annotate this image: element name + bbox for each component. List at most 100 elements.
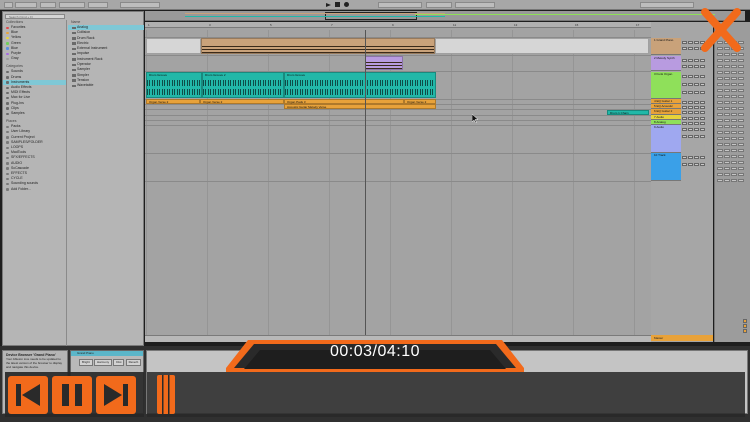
mixer-control[interactable] bbox=[738, 161, 744, 164]
mixer-scroll-buttons[interactable] bbox=[741, 318, 749, 342]
track-button[interactable] bbox=[682, 121, 687, 125]
track-button[interactable] bbox=[688, 64, 693, 68]
track-button[interactable] bbox=[700, 155, 705, 159]
track-button[interactable] bbox=[694, 121, 699, 125]
mixer-control[interactable] bbox=[738, 53, 744, 56]
track-button[interactable] bbox=[688, 121, 693, 125]
mixer-control[interactable] bbox=[731, 107, 737, 110]
mixer-control[interactable] bbox=[731, 83, 737, 86]
mixer-control[interactable] bbox=[717, 137, 723, 140]
mixer-control[interactable] bbox=[717, 113, 723, 116]
mixer-control[interactable] bbox=[717, 155, 723, 158]
track-button[interactable] bbox=[694, 46, 699, 50]
mixer-control[interactable] bbox=[731, 179, 737, 182]
track-header[interactable]: 3 Funk Organ bbox=[651, 72, 681, 99]
time-signature-field[interactable] bbox=[40, 2, 56, 8]
track-button[interactable] bbox=[682, 110, 687, 114]
mixer-control[interactable] bbox=[724, 119, 730, 122]
track-button[interactable] bbox=[688, 58, 693, 62]
mixer-control[interactable] bbox=[724, 83, 730, 86]
mixer-control[interactable] bbox=[738, 89, 744, 92]
mixer-control[interactable] bbox=[717, 179, 723, 182]
arrangement-clip[interactable]: Drum Groove bbox=[146, 72, 202, 98]
track-button[interactable] bbox=[700, 64, 705, 68]
track-button[interactable] bbox=[688, 40, 693, 44]
mixer-control[interactable] bbox=[724, 155, 730, 158]
device-title[interactable]: Grand Piano bbox=[71, 351, 143, 356]
mixer-control[interactable] bbox=[724, 53, 730, 56]
mixer-control[interactable] bbox=[724, 113, 730, 116]
mixer-control[interactable] bbox=[724, 77, 730, 80]
mixer-control[interactable] bbox=[731, 95, 737, 98]
track-button[interactable] bbox=[694, 40, 699, 44]
track-button[interactable] bbox=[700, 134, 705, 138]
link-button[interactable] bbox=[4, 2, 13, 8]
scroll-button[interactable] bbox=[743, 329, 747, 333]
stop-icon[interactable] bbox=[335, 2, 341, 7]
mixer-control[interactable] bbox=[717, 167, 723, 170]
mixer-control[interactable] bbox=[717, 77, 723, 80]
mixer-control[interactable] bbox=[717, 143, 723, 146]
track-button[interactable] bbox=[682, 74, 687, 78]
arrangement-clip[interactable] bbox=[365, 56, 403, 70]
mixer-control[interactable] bbox=[717, 95, 723, 98]
quantize-menu[interactable] bbox=[59, 2, 85, 8]
track-button[interactable] bbox=[700, 127, 705, 131]
track-button[interactable] bbox=[694, 162, 699, 166]
mixer-control[interactable] bbox=[731, 173, 737, 176]
track-button[interactable] bbox=[682, 134, 687, 138]
mixer-control[interactable] bbox=[738, 119, 744, 122]
mixer-control[interactable] bbox=[731, 143, 737, 146]
mixer-control[interactable] bbox=[731, 77, 737, 80]
track-button[interactable] bbox=[688, 100, 693, 104]
scroll-button[interactable] bbox=[743, 324, 747, 328]
track-button[interactable] bbox=[694, 155, 699, 159]
track-button[interactable] bbox=[688, 46, 693, 50]
track-button[interactable] bbox=[688, 105, 693, 109]
macro-label[interactable]: Bright bbox=[79, 359, 93, 366]
master-track-header[interactable]: Master bbox=[651, 335, 713, 341]
mixer-control[interactable] bbox=[717, 101, 723, 104]
place-item[interactable]: Add Folder... bbox=[3, 187, 66, 192]
mixer-control[interactable] bbox=[724, 143, 730, 146]
track-header[interactable]: 1 Grand Piano bbox=[651, 38, 681, 55]
track-button[interactable] bbox=[700, 105, 705, 109]
record-icon[interactable] bbox=[344, 2, 350, 7]
track-button[interactable] bbox=[682, 40, 687, 44]
mixer-control[interactable] bbox=[731, 53, 737, 56]
mixer-control[interactable] bbox=[731, 71, 737, 74]
mixer-control[interactable] bbox=[738, 95, 744, 98]
track-button[interactable] bbox=[688, 110, 693, 114]
mixer-control[interactable] bbox=[724, 137, 730, 140]
arrangement-overview[interactable] bbox=[145, 11, 745, 21]
mixer-control[interactable] bbox=[738, 101, 744, 104]
mixer-control[interactable] bbox=[717, 59, 723, 62]
arrangement-clip[interactable]: Drum Groove 2 bbox=[202, 72, 284, 98]
track-button[interactable] bbox=[688, 134, 693, 138]
mixer-control[interactable] bbox=[731, 131, 737, 134]
mixer-control[interactable] bbox=[724, 65, 730, 68]
position-field[interactable] bbox=[120, 2, 160, 8]
play-icon[interactable] bbox=[326, 3, 331, 7]
macro-label[interactable]: Dist bbox=[113, 359, 125, 366]
track-button[interactable] bbox=[682, 64, 687, 68]
arrangement-clip[interactable]: Drum Groove bbox=[284, 72, 436, 98]
mixer-control[interactable] bbox=[717, 65, 723, 68]
mixer-control[interactable] bbox=[731, 65, 737, 68]
track-header[interactable]: 2 Melody Synth bbox=[651, 56, 681, 71]
track-button[interactable] bbox=[682, 162, 687, 166]
mixer-control[interactable] bbox=[738, 173, 744, 176]
arrangement-view[interactable]: 1 3 5 7 9 11 13 15 17 Drum Groove Drum Groove 2 … bbox=[145, 22, 651, 342]
macro-label[interactable]: Reverb bbox=[125, 359, 142, 366]
mixer-control[interactable] bbox=[738, 155, 744, 158]
track-button[interactable] bbox=[688, 162, 693, 166]
track-button[interactable] bbox=[682, 58, 687, 62]
mixer-control[interactable] bbox=[738, 83, 744, 86]
track-button[interactable] bbox=[694, 116, 699, 120]
tempo-field[interactable] bbox=[15, 2, 37, 8]
track-button[interactable] bbox=[682, 82, 687, 86]
close-button[interactable] bbox=[701, 8, 741, 52]
mixer-control[interactable] bbox=[738, 131, 744, 134]
track-button[interactable] bbox=[682, 116, 687, 120]
collection-item[interactable]: Gray bbox=[3, 56, 66, 61]
